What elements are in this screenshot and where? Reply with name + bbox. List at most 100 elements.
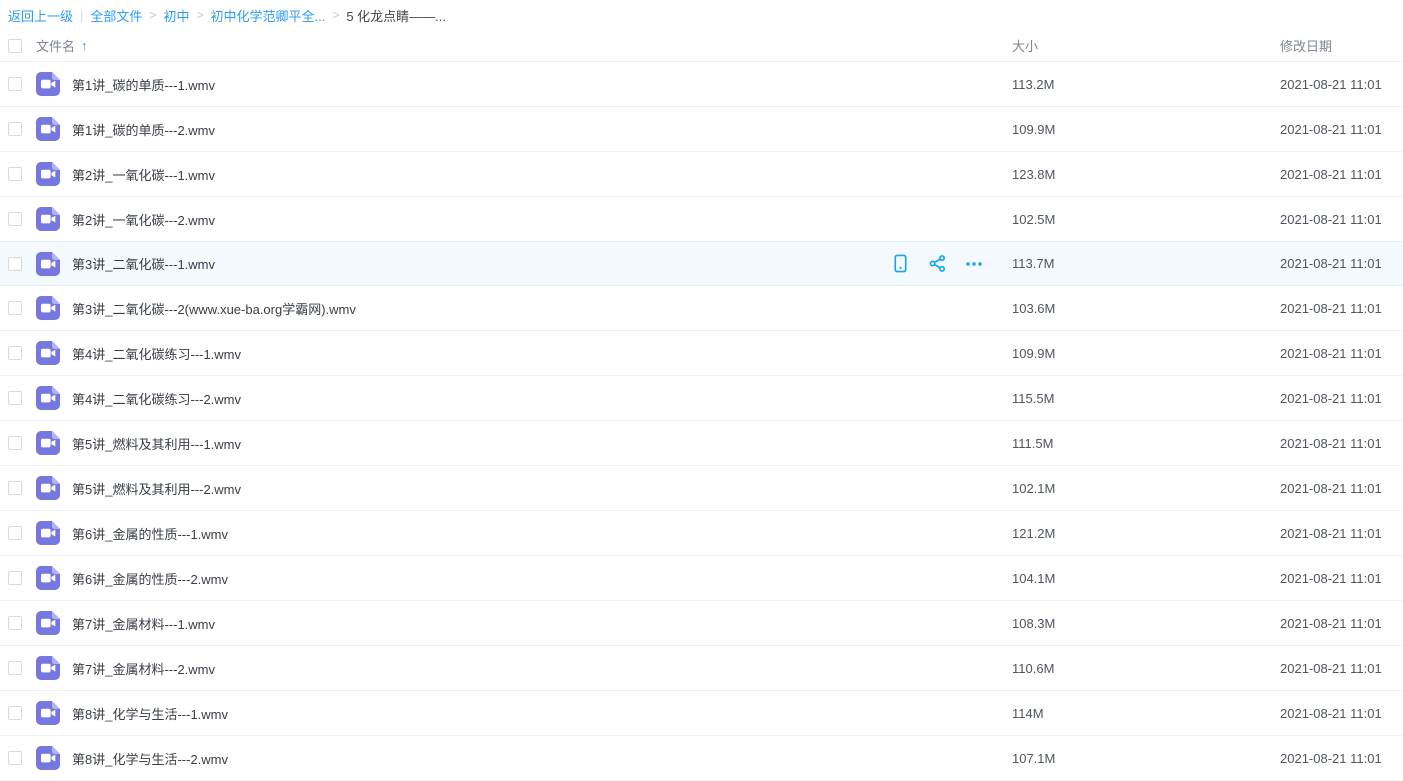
file-name[interactable]: 第2讲_一氧化碳---1.wmv (72, 165, 215, 184)
column-header-name[interactable]: 文件名 ↑ (22, 36, 1012, 55)
row-checkbox[interactable] (8, 122, 22, 136)
file-size: 111.5M (1012, 436, 1280, 451)
file-name[interactable]: 第8讲_化学与生活---2.wmv (72, 749, 228, 768)
table-row[interactable]: 第2讲_一氧化碳---2.wmv (0, 197, 1403, 242)
table-row[interactable]: 第4讲_二氧化碳练习---1.wmv (0, 331, 1403, 376)
breadcrumb-separator: > (332, 8, 339, 22)
breadcrumb-link[interactable]: 全部文件 (90, 6, 142, 25)
row-checkbox[interactable] (8, 616, 22, 630)
column-header-name-label: 文件名 (36, 36, 75, 55)
file-name[interactable]: 第4讲_二氧化碳练习---2.wmv (72, 389, 241, 408)
file-name[interactable]: 第8讲_化学与生活---1.wmv (72, 704, 228, 723)
row-actions (890, 254, 1012, 274)
row-checkbox[interactable] (8, 706, 22, 720)
video-file-icon (36, 386, 60, 410)
back-link[interactable]: 返回上一级 (8, 6, 73, 25)
select-all-checkbox[interactable] (8, 39, 22, 53)
table-row[interactable]: 第7讲_金属材料---1.wmv (0, 601, 1403, 646)
row-checkbox[interactable] (8, 257, 22, 271)
row-checkbox[interactable] (8, 77, 22, 91)
file-modified-date: 2021-08-21 11:01 (1280, 706, 1403, 721)
table-row[interactable]: 第4讲_二氧化碳练习---2.wmv (0, 376, 1403, 421)
row-checkbox[interactable] (8, 346, 22, 360)
row-main: 第7讲_金属材料---1.wmv (60, 614, 1012, 633)
file-name[interactable]: 第7讲_金属材料---2.wmv (72, 659, 215, 678)
row-checkbox[interactable] (8, 526, 22, 540)
file-modified-date: 2021-08-21 11:01 (1280, 346, 1403, 361)
file-name[interactable]: 第3讲_二氧化碳---2(www.xue-ba.org学霸网).wmv (72, 299, 356, 318)
file-modified-date: 2021-08-21 11:01 (1280, 167, 1403, 182)
video-file-icon (36, 162, 60, 186)
table-row[interactable]: 第2讲_一氧化碳---1.wmv (0, 152, 1403, 197)
table-row[interactable]: 第3讲_二氧化碳---2(www.xue-ba.org学霸网).wmv (0, 286, 1403, 331)
row-checkbox[interactable] (8, 212, 22, 226)
video-file-icon (36, 207, 60, 231)
row-main: 第5讲_燃料及其利用---1.wmv (60, 434, 1012, 453)
file-size: 121.2M (1012, 526, 1280, 541)
video-file-icon (36, 252, 60, 276)
file-name[interactable]: 第7讲_金属材料---1.wmv (72, 614, 215, 633)
file-name[interactable]: 第6讲_金属的性质---2.wmv (72, 569, 228, 588)
send-to-phone-icon[interactable] (890, 254, 910, 274)
table-row[interactable]: 第5讲_燃料及其利用---2.wmv (0, 466, 1403, 511)
row-checkbox[interactable] (8, 661, 22, 675)
row-checkbox[interactable] (8, 391, 22, 405)
file-size: 109.9M (1012, 122, 1280, 137)
share-icon[interactable] (927, 254, 947, 274)
table-row[interactable]: 第8讲_化学与生活---2.wmv (0, 736, 1403, 781)
table-row[interactable]: 第5讲_燃料及其利用---1.wmv (0, 421, 1403, 466)
file-list: 第1讲_碳的单质---1.wmv (0, 62, 1403, 781)
row-checkbox[interactable] (8, 571, 22, 585)
file-name[interactable]: 第5讲_燃料及其利用---2.wmv (72, 479, 241, 498)
row-main: 第6讲_金属的性质---2.wmv (60, 569, 1012, 588)
file-size: 114M (1012, 706, 1280, 721)
row-checkbox[interactable] (8, 481, 22, 495)
breadcrumb-separator: > (149, 8, 156, 22)
row-main: 第7讲_金属材料---2.wmv (60, 659, 1012, 678)
video-file-icon (36, 656, 60, 680)
row-main: 第8讲_化学与生活---1.wmv (60, 704, 1012, 723)
table-row[interactable]: 第3讲_二氧化碳---1.wmv (0, 241, 1403, 286)
breadcrumb-items: 全部文件>初中>初中化学范卿平全...>5 化龙点睛——... (90, 6, 446, 25)
row-main: 第4讲_二氧化碳练习---1.wmv (60, 344, 1012, 363)
column-header-modified[interactable]: 修改日期 (1280, 36, 1403, 55)
video-file-icon (36, 296, 60, 320)
file-name[interactable]: 第3讲_二氧化碳---1.wmv (72, 254, 215, 273)
video-file-icon (36, 341, 60, 365)
column-header-size[interactable]: 大小 (1012, 36, 1280, 55)
file-modified-date: 2021-08-21 11:01 (1280, 301, 1403, 316)
row-checkbox[interactable] (8, 751, 22, 765)
file-modified-date: 2021-08-21 11:01 (1280, 77, 1403, 92)
video-file-icon (36, 476, 60, 500)
file-name[interactable]: 第4讲_二氧化碳练习---1.wmv (72, 344, 241, 363)
file-name[interactable]: 第1讲_碳的单质---1.wmv (72, 75, 215, 94)
breadcrumb-link[interactable]: 初中化学范卿平全... (210, 6, 325, 25)
table-row[interactable]: 第6讲_金属的性质---1.wmv (0, 511, 1403, 556)
file-size: 102.1M (1012, 481, 1280, 496)
breadcrumb-link[interactable]: 初中 (163, 6, 189, 25)
row-main: 第8讲_化学与生活---2.wmv (60, 749, 1012, 768)
row-checkbox[interactable] (8, 436, 22, 450)
table-row[interactable]: 第1讲_碳的单质---2.wmv (0, 107, 1403, 152)
file-size: 110.6M (1012, 661, 1280, 676)
table-row[interactable]: 第7讲_金属材料---2.wmv (0, 646, 1403, 691)
file-modified-date: 2021-08-21 11:01 (1280, 212, 1403, 227)
file-name[interactable]: 第6讲_金属的性质---1.wmv (72, 524, 228, 543)
file-name[interactable]: 第2讲_一氧化碳---2.wmv (72, 210, 215, 229)
table-row[interactable]: 第8讲_化学与生活---1.wmv (0, 691, 1403, 736)
file-name[interactable]: 第5讲_燃料及其利用---1.wmv (72, 434, 241, 453)
file-modified-date: 2021-08-21 11:01 (1280, 481, 1403, 496)
row-checkbox[interactable] (8, 167, 22, 181)
row-checkbox[interactable] (8, 301, 22, 315)
breadcrumb-current: 5 化龙点睛——... (346, 6, 446, 25)
video-file-icon (36, 746, 60, 770)
file-modified-date: 2021-08-21 11:01 (1280, 616, 1403, 631)
file-size: 102.5M (1012, 212, 1280, 227)
table-row[interactable]: 第6讲_金属的性质---2.wmv (0, 556, 1403, 601)
video-file-icon (36, 117, 60, 141)
sort-ascending-icon[interactable]: ↑ (81, 38, 88, 53)
breadcrumb: 返回上一级 | 全部文件>初中>初中化学范卿平全...>5 化龙点睛——... (0, 0, 1403, 30)
table-row[interactable]: 第1讲_碳的单质---1.wmv (0, 62, 1403, 107)
more-actions-icon[interactable] (964, 254, 984, 274)
file-name[interactable]: 第1讲_碳的单质---2.wmv (72, 120, 215, 139)
